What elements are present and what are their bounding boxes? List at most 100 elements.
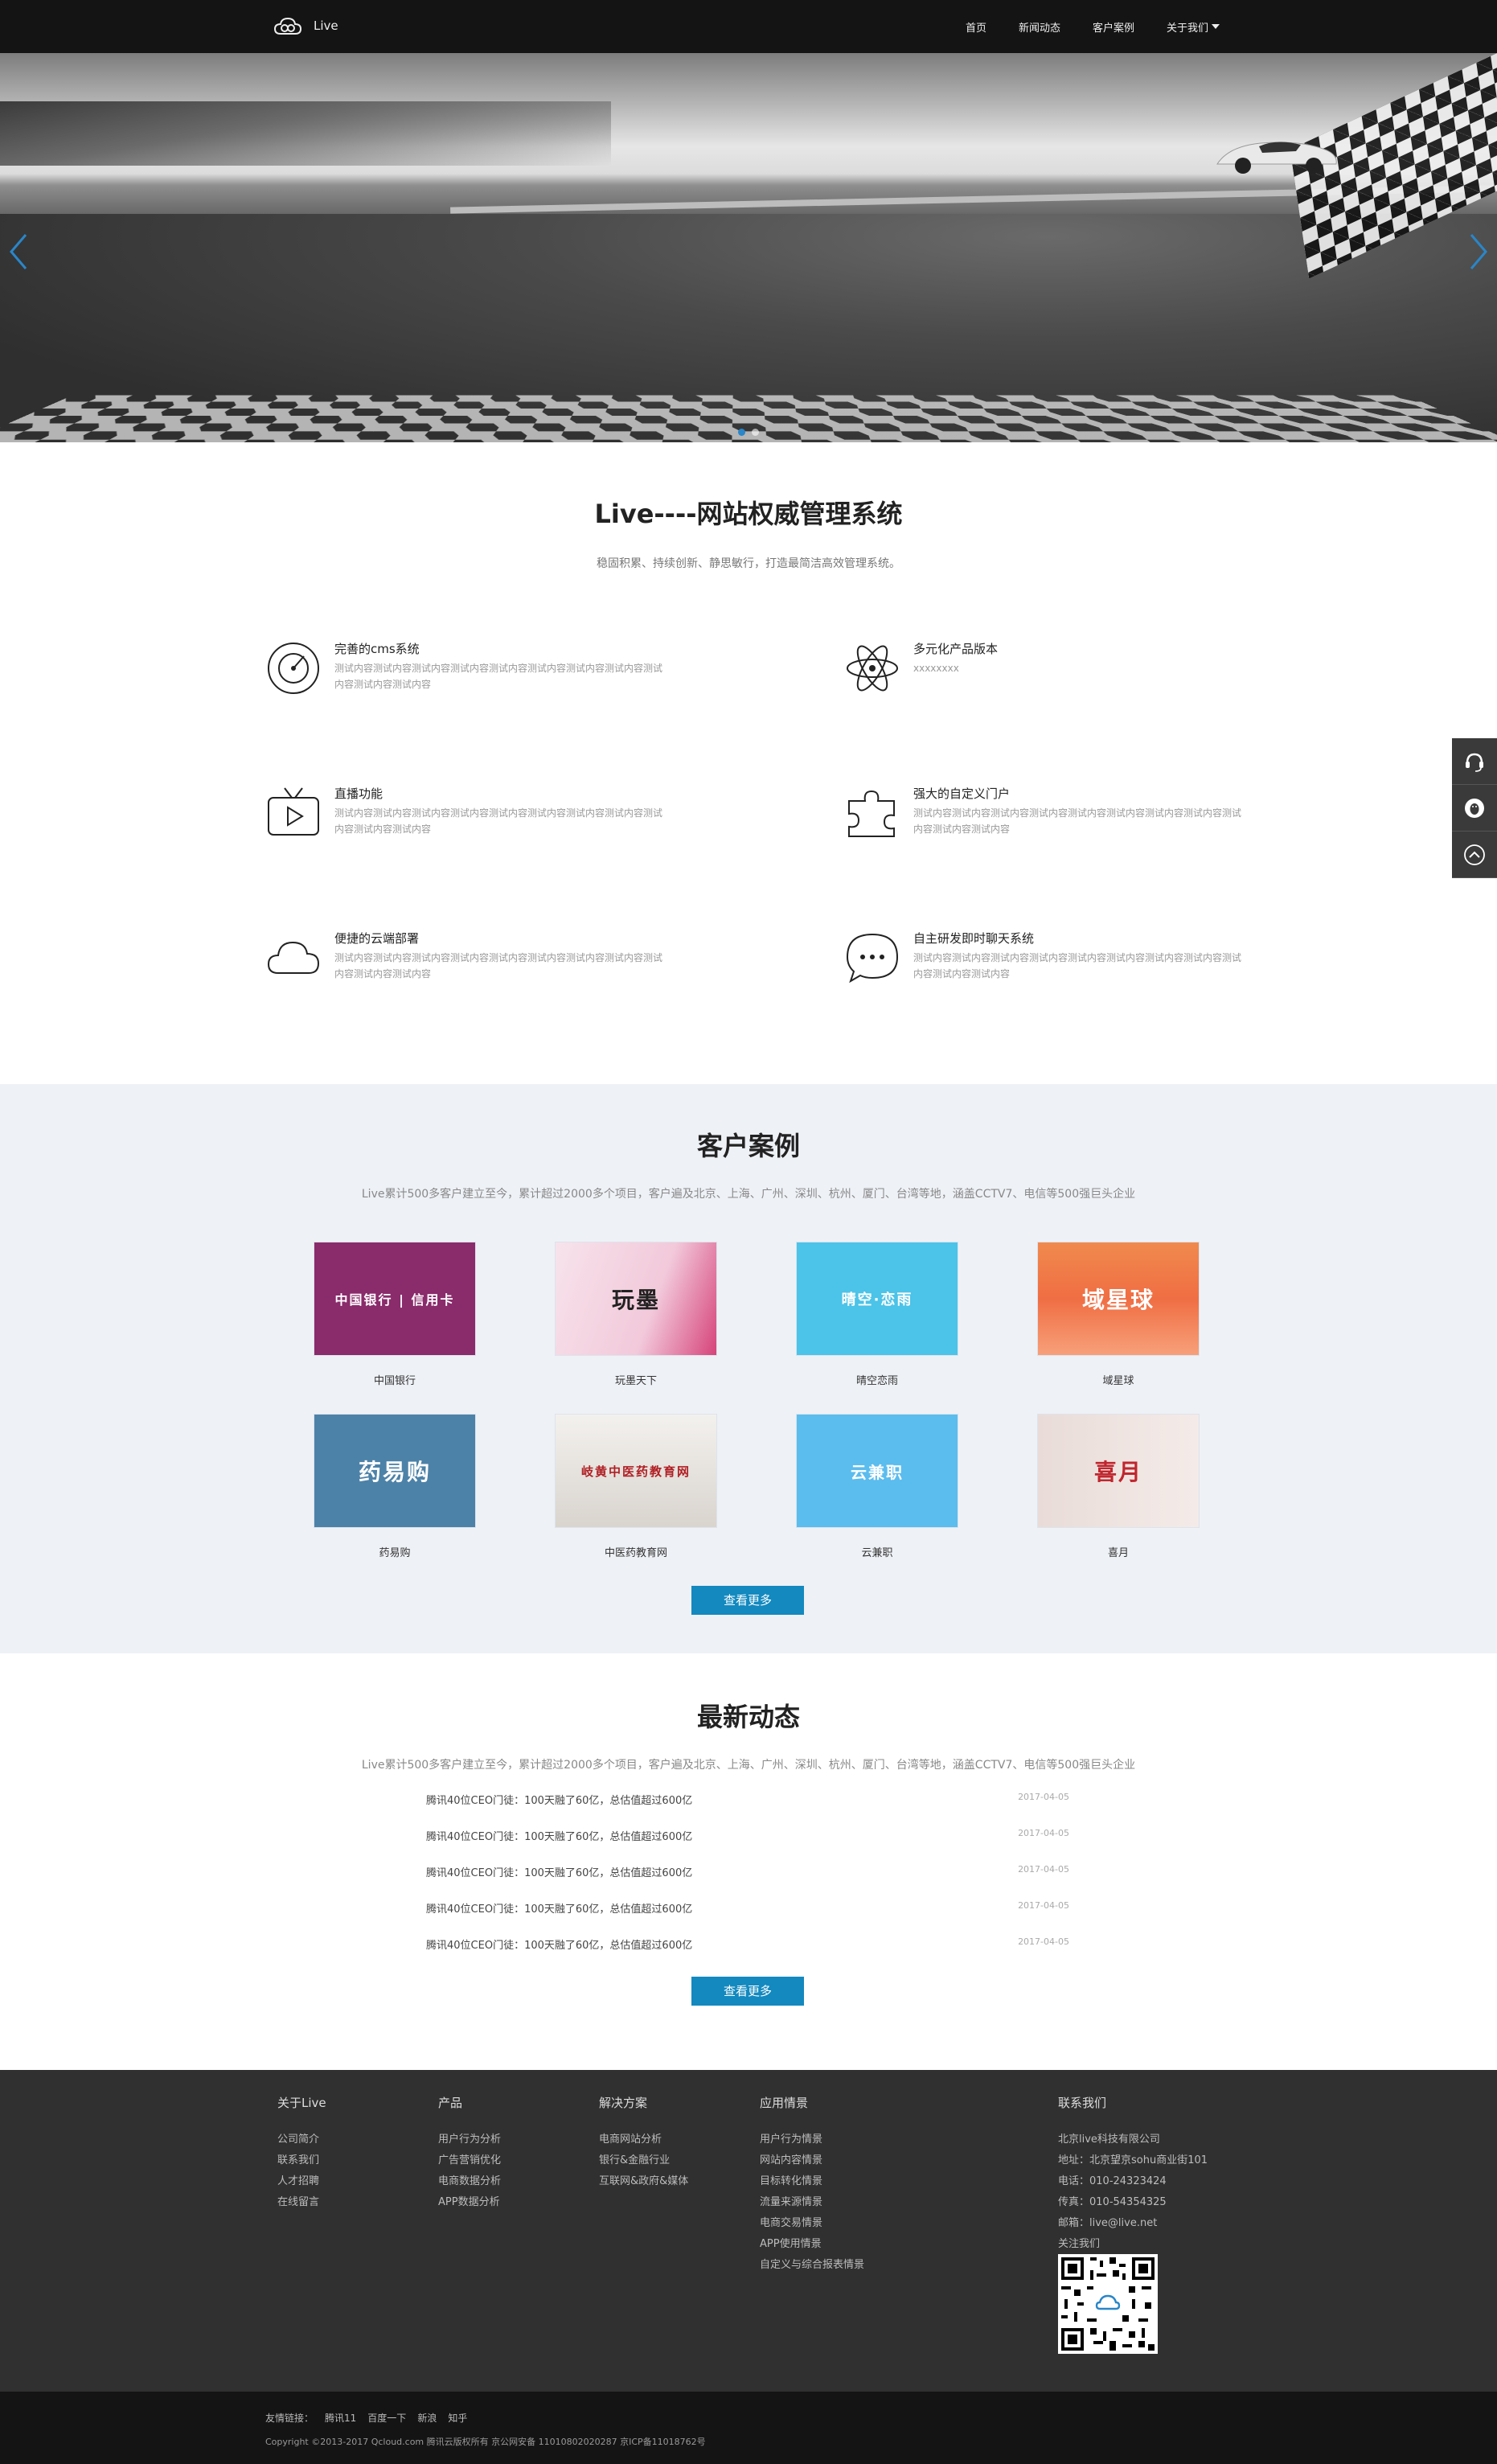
footer-link[interactable]: 用户行为分析 xyxy=(438,2130,501,2151)
footer-link[interactable]: 在线留言 xyxy=(277,2193,326,2214)
case-thumbnail[interactable]: 云兼职 xyxy=(796,1414,958,1528)
case-card[interactable]: 玩墨 玩墨天下 xyxy=(555,1242,717,1387)
puzzle-icon xyxy=(844,785,900,841)
case-card[interactable]: 药易购 药易购 xyxy=(314,1414,476,1559)
footer-link[interactable]: 公司简介 xyxy=(277,2130,326,2151)
case-card[interactable]: 岐黄中医药教育网 中医药教育网 xyxy=(555,1414,717,1559)
footer-link[interactable]: 广告营销优化 xyxy=(438,2151,501,2172)
case-card[interactable]: 喜月 喜月 xyxy=(1037,1414,1200,1559)
carousel-prev-icon[interactable] xyxy=(6,232,31,272)
footer-link[interactable]: 电商网站分析 xyxy=(599,2130,688,2151)
feature-item: 多元化产品版本 xxxxxxxx xyxy=(844,640,1246,713)
case-card[interactable]: 中国银行 | 信用卡 中国银行 xyxy=(314,1242,476,1387)
contact-email: 邮箱：live@live.net xyxy=(1058,2214,1208,2235)
brand-logo[interactable]: Live xyxy=(273,14,338,37)
footer-link[interactable]: APP数据分析 xyxy=(438,2193,501,2214)
footer-link[interactable]: 人才招聘 xyxy=(277,2172,326,2193)
cases-more-button[interactable]: 查看更多 xyxy=(691,1586,804,1615)
news-item-title[interactable]: 腾讯40位CEO门徒：100天融了60亿，总估值超过600亿 xyxy=(426,1828,692,1864)
radar-icon xyxy=(265,640,322,696)
case-thumb-text: 中国银行 | 信用卡 xyxy=(335,1289,455,1308)
feature-desc: 测试内容测试内容测试内容测试内容测试内容测试内容测试内容测试内容测试内容测试内容… xyxy=(913,805,1246,837)
nav-item-news[interactable]: 新闻动态 xyxy=(1019,19,1060,35)
news-item-date: 2017-04-05 xyxy=(1018,1900,1069,1936)
news-title: 最新动态 xyxy=(0,1697,1497,1734)
news-item[interactable]: 腾讯40位CEO门徒：100天融了60亿，总估值超过600亿 2017-04-0… xyxy=(426,1792,1069,1828)
contact-company: 北京live科技有限公司 xyxy=(1058,2130,1208,2151)
footer-col-products: 产品 用户行为分析 广告营销优化 电商数据分析 APP数据分析 xyxy=(438,2094,501,2214)
carousel-dot[interactable] xyxy=(752,429,759,436)
case-thumb-text: 晴空·恋雨 xyxy=(842,1288,913,1309)
case-name[interactable]: 晴空恋雨 xyxy=(796,1372,958,1387)
case-card[interactable]: 域星球 域星球 xyxy=(1037,1242,1200,1387)
case-name[interactable]: 玩墨天下 xyxy=(555,1372,717,1387)
carousel-dot[interactable] xyxy=(738,429,745,436)
case-thumbnail[interactable]: 玩墨 xyxy=(555,1242,717,1356)
footer-link[interactable]: 互联网&政府&媒体 xyxy=(599,2172,688,2193)
case-thumbnail[interactable]: 域星球 xyxy=(1037,1242,1200,1356)
footer-link[interactable]: APP使用情景 xyxy=(760,2235,864,2256)
footer-link[interactable]: 流量来源情景 xyxy=(760,2193,864,2214)
news-item-title[interactable]: 腾讯40位CEO门徒：100天融了60亿，总估值超过600亿 xyxy=(426,1792,692,1828)
qq-button[interactable] xyxy=(1452,785,1497,832)
cloud-logo-icon xyxy=(273,14,302,37)
friend-link[interactable]: 百度一下 xyxy=(367,2411,406,2425)
news-item-title[interactable]: 腾讯40位CEO门徒：100天融了60亿，总估值超过600亿 xyxy=(426,1864,692,1900)
intro-title: Live----网站权威管理系统 xyxy=(0,494,1497,531)
news-item[interactable]: 腾讯40位CEO门徒：100天融了60亿，总估值超过600亿 2017-04-0… xyxy=(426,1864,1069,1900)
intro-subtitle: 稳固积累、持续创新、静思敏行，打造最简洁高效管理系统。 xyxy=(0,555,1497,571)
case-name[interactable]: 药易购 xyxy=(314,1544,476,1559)
footer-col-head: 应用情景 xyxy=(760,2094,864,2111)
hero-grandstand xyxy=(0,101,611,166)
nav-item-home[interactable]: 首页 xyxy=(966,19,986,35)
back-to-top-button[interactable] xyxy=(1452,832,1497,878)
nav-item-about[interactable]: 关于我们 xyxy=(1167,19,1220,35)
news-more-button[interactable]: 查看更多 xyxy=(691,1977,804,2006)
feature-item: 便捷的云端部署 测试内容测试内容测试内容测试内容测试内容测试内容测试内容测试内容… xyxy=(265,930,667,1002)
footer-link[interactable]: 银行&金融行业 xyxy=(599,2151,688,2172)
friend-link[interactable]: 腾讯11 xyxy=(325,2411,356,2425)
case-thumbnail[interactable]: 晴空·恋雨 xyxy=(796,1242,958,1356)
case-name[interactable]: 云兼职 xyxy=(796,1544,958,1559)
case-name[interactable]: 域星球 xyxy=(1037,1372,1200,1387)
nav-item-cases[interactable]: 客户案例 xyxy=(1093,19,1134,35)
customer-service-button[interactable] xyxy=(1452,738,1497,785)
footer-link[interactable]: 网站内容情景 xyxy=(760,2151,864,2172)
friend-links: 友情链接： 腾讯11 百度一下 新浪 知乎 xyxy=(265,2411,467,2425)
footer-link[interactable]: 目标转化情景 xyxy=(760,2172,864,2193)
case-card[interactable]: 晴空·恋雨 晴空恋雨 xyxy=(796,1242,958,1387)
news-item[interactable]: 腾讯40位CEO门徒：100天融了60亿，总估值超过600亿 2017-04-0… xyxy=(426,1936,1069,1973)
footer-col-contact: 联系我们 北京live科技有限公司 地址：北京望京sohu商业街101 电话：0… xyxy=(1058,2094,1208,2357)
case-thumbnail[interactable]: 岐黄中医药教育网 xyxy=(555,1414,717,1528)
case-thumbnail[interactable]: 喜月 xyxy=(1037,1414,1200,1528)
footer-col-head: 产品 xyxy=(438,2094,501,2111)
friend-link[interactable]: 新浪 xyxy=(417,2411,437,2425)
carousel-next-icon[interactable] xyxy=(1466,232,1491,272)
news-item[interactable]: 腾讯40位CEO门徒：100天融了60亿，总估值超过600亿 2017-04-0… xyxy=(426,1828,1069,1864)
footer-link[interactable]: 电商数据分析 xyxy=(438,2172,501,2193)
feature-desc: 测试内容测试内容测试内容测试内容测试内容测试内容测试内容测试内容测试内容测试内容… xyxy=(334,950,667,982)
footer-col-scenarios: 应用情景 用户行为情景 网站内容情景 目标转化情景 流量来源情景 电商交易情景 … xyxy=(760,2094,864,2277)
news-item-title[interactable]: 腾讯40位CEO门徒：100天融了60亿，总估值超过600亿 xyxy=(426,1936,692,1973)
case-thumbnail[interactable]: 中国银行 | 信用卡 xyxy=(314,1242,476,1356)
atom-icon xyxy=(844,640,900,696)
news-item-title[interactable]: 腾讯40位CEO门徒：100天融了60亿，总估值超过600亿 xyxy=(426,1900,692,1936)
footer-link[interactable]: 自定义与综合报表情景 xyxy=(760,2256,864,2277)
footer-col-head: 关于Live xyxy=(277,2094,326,2111)
case-thumb-text: 药易购 xyxy=(359,1455,431,1487)
case-card[interactable]: 云兼职 云兼职 xyxy=(796,1414,958,1559)
headset-icon xyxy=(1463,750,1486,773)
case-name[interactable]: 喜月 xyxy=(1037,1544,1200,1559)
copyright: Copyright ©2013-2017 Qcloud.com 腾讯云版权所有 … xyxy=(265,2435,706,2448)
friend-link[interactable]: 知乎 xyxy=(448,2411,467,2425)
news-item[interactable]: 腾讯40位CEO门徒：100天融了60亿，总估值超过600亿 2017-04-0… xyxy=(426,1900,1069,1936)
case-thumbnail[interactable]: 药易购 xyxy=(314,1414,476,1528)
case-name[interactable]: 中医药教育网 xyxy=(555,1544,717,1559)
feature-item: 完善的cms系统 测试内容测试内容测试内容测试内容测试内容测试内容测试内容测试内… xyxy=(265,640,667,713)
case-name[interactable]: 中国银行 xyxy=(314,1372,476,1387)
footer-link[interactable]: 用户行为情景 xyxy=(760,2130,864,2151)
feature-desc: 测试内容测试内容测试内容测试内容测试内容测试内容测试内容测试内容测试内容测试内容… xyxy=(334,805,667,837)
footer-link[interactable]: 电商交易情景 xyxy=(760,2214,864,2235)
footer-link[interactable]: 联系我们 xyxy=(277,2151,326,2172)
news-item-date: 2017-04-05 xyxy=(1018,1792,1069,1828)
